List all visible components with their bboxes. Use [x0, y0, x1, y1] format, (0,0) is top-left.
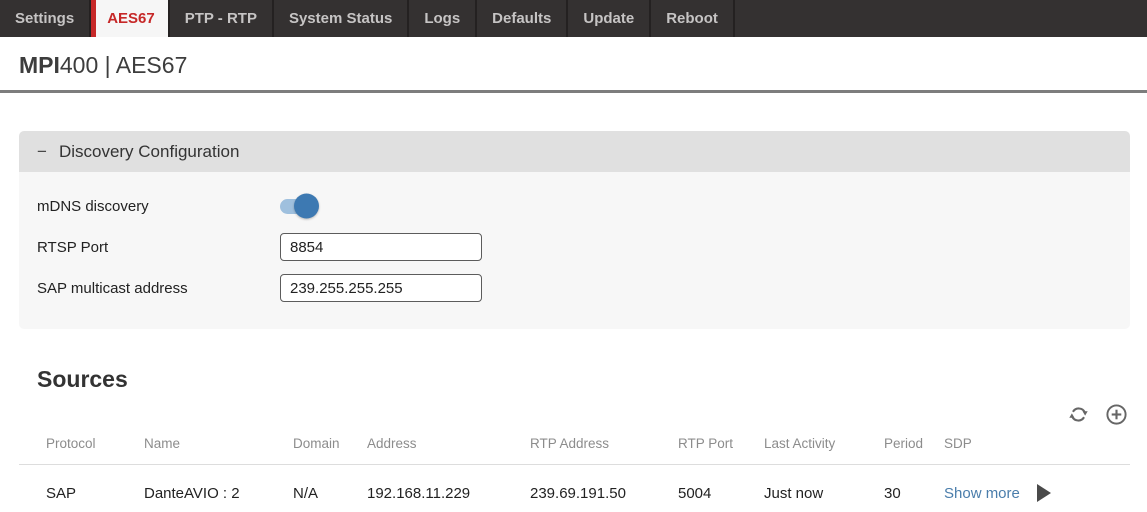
- tab-system-status[interactable]: System Status: [274, 0, 409, 37]
- sources-section: Sources: [19, 366, 1130, 512]
- rtsp-port-row: RTSP Port: [19, 233, 1130, 261]
- tab-ptp-rtp[interactable]: PTP - RTP: [170, 0, 274, 37]
- collapse-minus-icon: −: [37, 142, 47, 162]
- play-icon[interactable]: [1037, 484, 1051, 502]
- col-last-activity: Last Activity: [764, 428, 884, 465]
- cell-domain: N/A: [293, 465, 367, 512]
- header-divider: [0, 90, 1147, 93]
- cell-last-activity: Just now: [764, 465, 884, 512]
- cell-actions: [1037, 465, 1130, 512]
- col-name: Name: [144, 428, 293, 465]
- add-icon[interactable]: [1105, 403, 1128, 426]
- tab-defaults[interactable]: Defaults: [477, 0, 568, 37]
- cell-sdp: Show more: [944, 465, 1037, 512]
- cell-rtp-port: 5004: [678, 465, 764, 512]
- col-sdp: SDP: [944, 428, 1037, 465]
- col-actions: [1037, 428, 1130, 465]
- tab-logs[interactable]: Logs: [409, 0, 477, 37]
- mdns-discovery-label: mDNS discovery: [37, 198, 280, 215]
- cell-address: 192.168.11.229: [367, 465, 530, 512]
- page-title: 400 | AES67: [60, 52, 187, 79]
- top-navbar: Settings AES67 PTP - RTP System Status L…: [0, 0, 1147, 37]
- toggle-knob: [294, 194, 319, 219]
- cell-rtp-address: 239.69.191.50: [530, 465, 678, 512]
- tab-update[interactable]: Update: [568, 0, 651, 37]
- table-row: SAP DanteAVIO : 2 N/A 192.168.11.229 239…: [19, 465, 1130, 512]
- mdns-discovery-toggle[interactable]: [280, 199, 317, 214]
- col-rtp-port: RTP Port: [678, 428, 764, 465]
- tab-reboot[interactable]: Reboot: [651, 0, 735, 37]
- discovery-panel-title: Discovery Configuration: [59, 142, 239, 162]
- cell-name: DanteAVIO : 2: [144, 465, 293, 512]
- discovery-panel-header[interactable]: − Discovery Configuration: [19, 131, 1130, 172]
- col-period: Period: [884, 428, 944, 465]
- show-more-link[interactable]: Show more: [944, 485, 1020, 502]
- cell-period: 30: [884, 465, 944, 512]
- col-domain: Domain: [293, 428, 367, 465]
- sap-multicast-input[interactable]: [280, 274, 482, 302]
- tab-aes67[interactable]: AES67: [91, 0, 170, 37]
- refresh-icon[interactable]: [1067, 403, 1090, 426]
- rtsp-port-input[interactable]: [280, 233, 482, 261]
- device-brand: MPI: [19, 52, 60, 79]
- sap-multicast-label: SAP multicast address: [37, 280, 280, 297]
- col-rtp-address: RTP Address: [530, 428, 678, 465]
- sources-title: Sources: [19, 366, 1130, 393]
- page-header: MPI400 | AES67: [0, 37, 1147, 90]
- col-protocol: Protocol: [19, 428, 144, 465]
- sap-multicast-row: SAP multicast address: [19, 274, 1130, 302]
- mdns-discovery-row: mDNS discovery: [19, 192, 1130, 220]
- rtsp-port-label: RTSP Port: [37, 239, 280, 256]
- tab-settings[interactable]: Settings: [0, 0, 91, 37]
- sources-table: Protocol Name Domain Address RTP Address…: [19, 428, 1130, 512]
- col-address: Address: [367, 428, 530, 465]
- discovery-panel-body: mDNS discovery RTSP Port SAP multicast a…: [19, 172, 1130, 329]
- table-header-row: Protocol Name Domain Address RTP Address…: [19, 428, 1130, 465]
- sources-toolbar: [19, 403, 1128, 426]
- discovery-configuration-panel: − Discovery Configuration mDNS discovery…: [19, 131, 1130, 329]
- cell-protocol: SAP: [19, 465, 144, 512]
